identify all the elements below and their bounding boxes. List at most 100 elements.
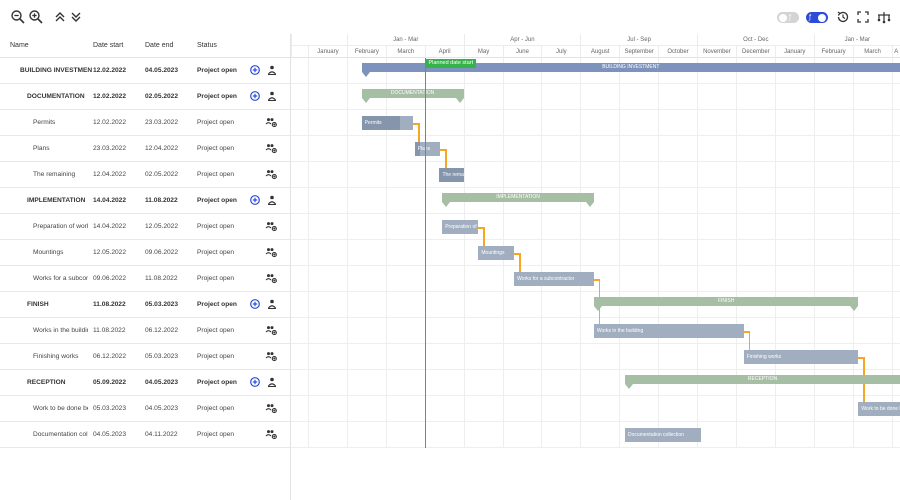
table-row[interactable]: Works in the buildin 11.08.2022 06.12.2022… [0,318,290,344]
month-gridline [619,58,621,448]
month-label: June [515,49,529,55]
task-bar[interactable]: Works for a subcontractor [514,272,594,286]
month-label: A [894,49,899,55]
assign-user-icon[interactable] [266,90,278,102]
summary-bar[interactable]: FINISH [593,297,859,306]
task-date-start: 05.03.2023 [93,405,127,412]
task-bar[interactable]: Preparation of work [442,220,479,234]
add-task-icon[interactable] [249,376,261,388]
summary-bar[interactable]: RECEPTION [625,375,900,384]
table-row[interactable]: IMPLEMENTATION 14.04.2022 11.08.2022 Projec… [0,188,290,214]
table-row[interactable]: RECEPTION 05.09.2022 04.05.2023 Project ope… [0,370,290,396]
task-bar[interactable]: Plans [414,142,441,156]
month-label: September [624,49,654,55]
task-bar[interactable]: Works in the building [593,324,744,338]
bar-label: Preparation of work [445,224,478,230]
row-gridline [291,83,900,84]
toggle-off[interactable]: ƒ [777,12,799,23]
task-bar[interactable]: Finishing works [743,350,859,364]
summary-bar[interactable]: IMPLEMENTATION [442,193,594,202]
zoom-out-icon[interactable] [10,9,26,25]
resource-users-icon[interactable] [265,220,277,232]
month-cell: April [424,46,464,58]
month-gridline [463,58,465,448]
bar-label: The remaining [442,172,464,178]
bar-label: Works for a subcontractor [517,276,575,282]
assign-user-icon[interactable] [266,376,278,388]
month-label: March [397,49,415,55]
table-row[interactable]: The remaining 12.04.2022 02.05.2022 Project… [0,162,290,188]
task-bar[interactable]: Work to be done before acceptance [858,402,900,416]
grid-header: Name Date start Date end Status [0,34,290,58]
task-status: Project open [197,379,237,386]
table-row[interactable]: Permits 12.02.2022 23.03.2022 Project open [0,110,290,136]
table-row[interactable]: Finishing works 06.12.2022 05.03.2023 Proje… [0,344,290,370]
history-icon[interactable] [835,9,851,25]
quarter-cell: Apr - Jun [463,34,581,46]
table-row[interactable]: Work to be done be 05.03.2023 04.05.2023 Pr… [0,396,290,422]
assign-user-icon[interactable] [266,194,278,206]
toggle-glyph-icon: ƒ [809,14,812,21]
task-grid: Name Date start Date end Status BUILDING… [0,34,290,448]
column-header-name[interactable]: Name [10,42,29,49]
task-name: Permits [33,119,56,126]
row-gridline [291,161,900,162]
table-row[interactable]: FINISH 11.08.2022 05.03.2023 Project open [0,292,290,318]
column-header-date-end[interactable]: Date end [145,42,173,49]
collapse-all-icon[interactable] [52,9,68,25]
table-row[interactable]: Preparation of work 14.04.2022 12.05.2022 P… [0,214,290,240]
resource-users-icon[interactable] [265,168,277,180]
resource-users-icon[interactable] [265,350,277,362]
table-row[interactable]: Mountings 12.05.2022 09.06.2022 Project ope… [0,240,290,266]
task-bar[interactable]: The remaining [439,168,464,182]
table-row[interactable]: BUILDING INVESTMENT 12.02.2022 04.05.2023 P… [0,58,290,84]
add-task-icon[interactable] [249,64,261,76]
row-gridline [291,343,900,344]
task-status: Project open [197,431,235,438]
add-task-icon[interactable] [249,194,261,206]
today-marker-label: Planned date start [425,59,477,68]
column-header-date-start[interactable]: Date start [93,42,123,49]
fullscreen-icon[interactable] [855,9,871,25]
resource-users-icon[interactable] [265,142,277,154]
resource-users-icon[interactable] [265,246,277,258]
column-header-status[interactable]: Status [197,42,217,49]
task-bar[interactable]: Mountings [478,246,515,260]
task-status: Project open [197,93,237,100]
month-cell: May [463,46,503,58]
expand-all-icon[interactable] [68,9,84,25]
resource-users-icon[interactable] [265,428,277,440]
zoom-in-icon[interactable] [28,9,44,25]
task-status: Project open [197,405,235,412]
resource-users-icon[interactable] [265,272,277,284]
month-cell: March [852,46,892,58]
task-name: Preparation of work [33,223,88,230]
row-gridline [291,213,900,214]
assign-user-icon[interactable] [266,298,278,310]
table-row[interactable]: DOCUMENTATION 12.02.2022 02.05.2022 Project… [0,84,290,110]
month-label: February [821,49,846,55]
month-label: July [556,49,567,55]
task-bar[interactable]: Permits [361,116,414,130]
table-row[interactable]: Plans 23.03.2022 12.04.2022 Project open [0,136,290,162]
row-gridline [291,135,900,136]
bar-label: Plans [417,146,431,152]
table-row[interactable]: Documentation colle 04.05.2023 04.11.2022 P… [0,422,290,448]
resource-users-icon[interactable] [265,402,277,414]
table-row[interactable]: Works for a subcont 09.06.2022 11.08.2022 P… [0,266,290,292]
task-date-start: 12.02.2022 [93,119,127,126]
toggle-on[interactable]: ƒ [806,12,828,23]
resource-users-icon[interactable] [265,116,277,128]
task-bar[interactable]: Documentation collection [625,428,701,442]
quarter-label: Jan - Mar [393,37,419,43]
quarter-label: Apr - Jun [510,37,535,43]
summary-bracket [361,98,370,103]
add-task-icon[interactable] [249,90,261,102]
assign-user-icon[interactable] [266,64,278,76]
add-task-icon[interactable] [249,298,261,310]
summary-bar[interactable]: DOCUMENTATION [361,89,464,98]
resource-users-icon[interactable] [265,324,277,336]
quarter-cell: Oct - Dec [697,34,814,46]
critical-path-icon[interactable] [876,9,892,25]
month-cell: A [891,46,900,58]
